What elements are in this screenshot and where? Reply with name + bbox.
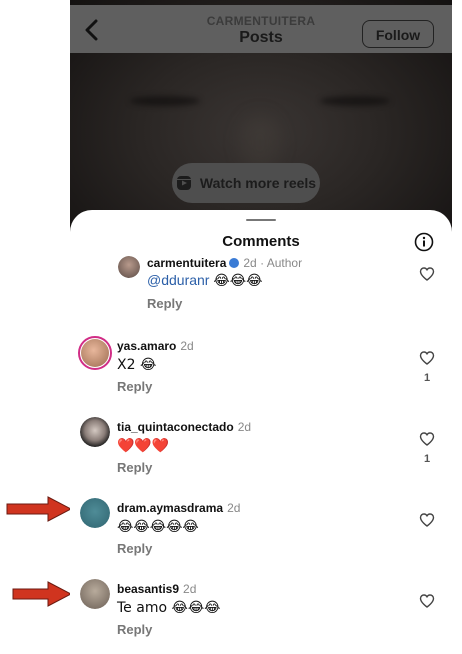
comment-time: 2d [180,339,194,353]
info-icon[interactable] [414,232,434,252]
comment-time: 2d [243,256,257,270]
reply-button[interactable]: Reply [147,296,182,311]
phone-screen: CARMENTUITERA Posts Follow Watch more re… [70,0,452,654]
comment-username[interactable]: yas.amaro [117,339,176,353]
comment-header: dram.aymasdrama 2d [117,501,240,515]
sheet-grabber[interactable] [246,219,276,221]
comment-time: 2d [227,501,241,515]
comment-text: @dduranr 😂😂😂 [147,272,263,289]
video-detail [130,96,200,106]
heart-icon[interactable] [419,431,435,447]
comment-header: beasantis9 2d [117,582,196,596]
mention-link[interactable]: @dduranr [147,272,209,288]
comment-username[interactable]: carmentuitera [147,256,226,270]
avatar[interactable] [80,417,110,447]
list-item: tia_quintaconectado 2d ❤️❤️❤️ Reply 1 [70,417,452,497]
comment-username[interactable]: tia_quintaconectado [117,420,234,434]
heart-icon[interactable] [419,266,435,282]
watch-more-reels-label: Watch more reels [199,175,317,191]
follow-button[interactable]: Follow [362,20,434,48]
reply-button[interactable]: Reply [117,460,152,475]
comment-header: tia_quintaconectado 2d [117,420,251,434]
video-detail [320,96,390,106]
comments-list[interactable]: carmentuitera 2d · Author @dduranr 😂😂😂 Re… [70,254,452,654]
list-item: beasantis9 2d Te amo 😂😂😂 Reply [70,579,452,654]
comment-time: 2d [183,582,197,596]
comment-time: 2d [237,420,252,434]
verified-icon [229,258,240,268]
avatar[interactable] [78,336,112,370]
reply-button[interactable]: Reply [117,379,152,394]
avatar[interactable] [80,498,110,528]
comments-title: Comments [222,233,300,250]
comments-sheet: Comments carmentuitera 2d · Author @ddura… [70,210,452,654]
top-bar: CARMENTUITERA Posts Follow [70,5,452,53]
comment-username[interactable]: beasantis9 [117,582,179,596]
annotation-arrow-icon [12,581,72,607]
comment-text: X2 😂 [117,357,157,373]
heart-icon[interactable] [419,593,435,609]
comment-text: 😂😂😂😂😂 [117,519,199,535]
comment-text: Te amo 😂😂😂 [117,600,221,616]
heart-icon[interactable] [419,512,435,528]
comment-text: ❤️❤️❤️ [117,438,170,454]
like-count: 1 [423,372,431,384]
reply-button[interactable]: Reply [117,622,152,637]
comment-username[interactable]: dram.aymasdrama [117,501,223,515]
author-tag: · Author [260,256,303,270]
reply-button[interactable]: Reply [117,541,152,556]
video-detail [240,115,280,170]
annotation-arrow-icon [6,496,72,522]
comment-header: yas.amaro 2d [117,339,194,353]
like-count: 1 [423,453,431,465]
watch-more-reels-button[interactable]: Watch more reels [172,163,320,203]
reels-icon [176,176,191,190]
avatar[interactable] [80,579,110,609]
list-item: dram.aymasdrama 2d 😂😂😂😂😂 Reply [70,498,452,578]
list-item: yas.amaro 2d X2 😂 Reply 1 [70,336,452,416]
list-item: carmentuitera 2d · Author @dduranr 😂😂😂 Re… [70,254,452,324]
avatar[interactable] [118,256,140,278]
comment-header: carmentuitera 2d · Author [147,256,302,270]
heart-icon[interactable] [419,350,435,366]
